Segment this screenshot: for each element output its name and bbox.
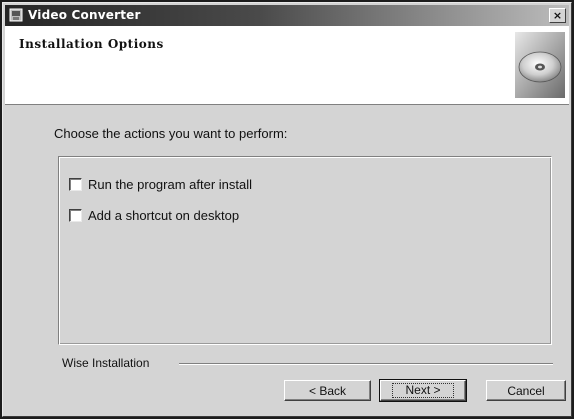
header-panel: Installation Options (5, 26, 569, 105)
page-title: Installation Options (19, 37, 164, 51)
cancel-button[interactable]: Cancel (486, 380, 566, 401)
option-run-after-install[interactable]: Run the program after install (69, 176, 252, 192)
title-bar[interactable]: Video Converter × (5, 5, 569, 26)
instruction-text: Choose the actions you want to perform: (54, 126, 288, 141)
app-icon (9, 8, 23, 22)
options-group: Run the program after install Add a shor… (58, 156, 552, 345)
installer-window: Video Converter × Installation Options C… (2, 2, 572, 417)
desktop-shortcut-checkbox[interactable] (69, 208, 82, 222)
option-label: Add a shortcut on desktop (88, 207, 240, 223)
option-desktop-shortcut[interactable]: Add a shortcut on desktop (69, 207, 239, 223)
wise-installation-label: Wise Installation (62, 356, 150, 370)
close-button[interactable]: × (549, 8, 566, 23)
run-after-install-checkbox[interactable] (69, 177, 82, 191)
next-button-label: Next > (392, 383, 454, 398)
footer-divider (179, 363, 553, 365)
cd-disc-icon (515, 32, 565, 98)
next-button[interactable]: Next > (379, 379, 467, 402)
option-label: Run the program after install (88, 176, 253, 192)
window-title: Video Converter (28, 8, 141, 22)
back-button[interactable]: < Back (284, 380, 371, 401)
